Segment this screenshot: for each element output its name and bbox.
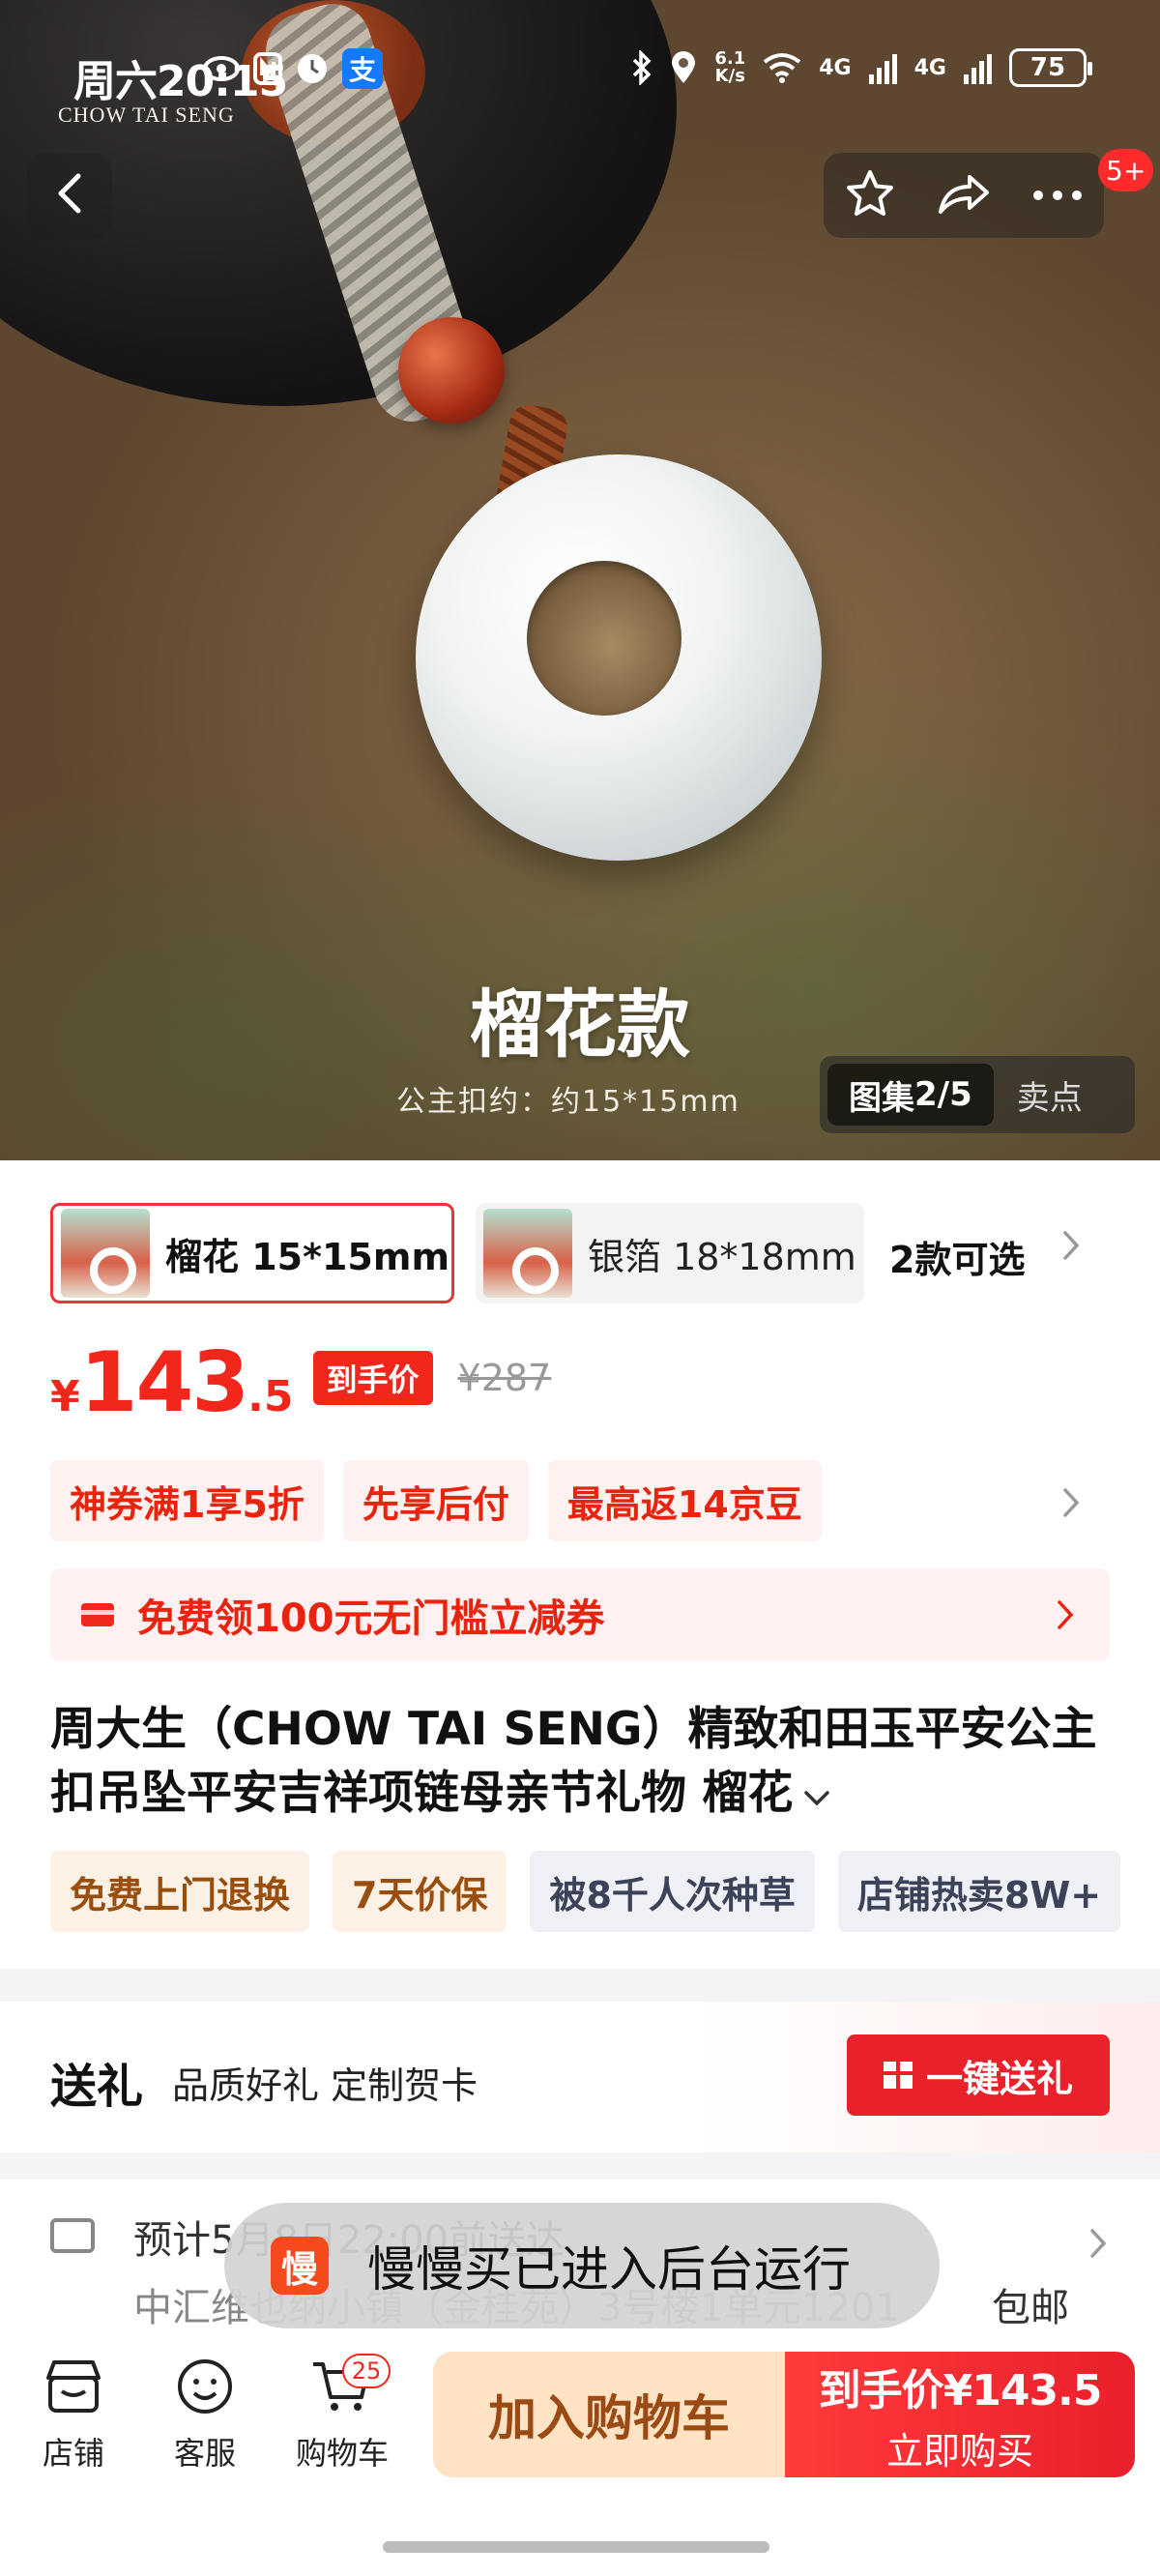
gallery-switch: 图集 2/5 卖点 <box>820 1056 1135 1133</box>
home-indicator[interactable] <box>383 2541 769 2553</box>
bluetooth-icon <box>631 50 652 85</box>
buy-now-label: 立即购买 <box>885 2429 1033 2473</box>
free-shipping-label: 包邮 <box>992 2286 1069 2330</box>
variant-label: 榴花 15*15mm <box>165 1235 450 1278</box>
gallery-tab[interactable]: 图集 2/5 <box>827 1064 994 1126</box>
gift-section: 送礼 品质好礼 定制贺卡 一键送礼 <box>0 2002 1160 2152</box>
manmanmai-app-icon: 慢 <box>271 2237 329 2295</box>
toast-notification: 慢 慢慢买已进入后台运行 <box>224 2203 940 2328</box>
back-button[interactable] <box>27 153 112 238</box>
more-button[interactable] <box>1019 157 1096 234</box>
promo-tag[interactable]: 先享后付 <box>342 1460 529 1541</box>
product-title-text: 周大生（CHOW TAI SENG）精致和田玉平安公主扣吊坠平安吉祥项链母亲节礼… <box>50 1703 1097 1820</box>
gift-subtitle: 品质好礼 定制贺卡 <box>172 2064 478 2107</box>
share-button[interactable] <box>925 157 1002 234</box>
service-tags: 免费上门退换 7天价保 被8千人次种草 店铺热卖8W+ <box>50 1851 1121 1932</box>
final-price-tag: 到手价 <box>312 1351 433 1405</box>
product-title[interactable]: 周大生（CHOW TAI SENG）精致和田玉平安公主扣吊坠平安吉祥项链母亲节礼… <box>50 1698 1123 1830</box>
cart-label: 购物车 <box>295 2435 389 2472</box>
gallery-label: 图集 <box>849 1078 914 1118</box>
chevron-right-icon[interactable] <box>1061 1228 1081 1271</box>
selling-points-tab[interactable]: 卖点 <box>1017 1071 1083 1119</box>
customer-service-button[interactable]: 客服 <box>147 2356 263 2474</box>
status-bar: 周六20:15 支 6.1 K/s 4G 4G 75 <box>0 35 1160 106</box>
product-image[interactable]: CHOW TAI SENG 周六20:15 支 6.1 K/s 4G 4G 75… <box>0 0 1160 1160</box>
gift-title: 送礼 <box>50 2060 144 2114</box>
gallery-index: 2/5 <box>914 1075 972 1114</box>
section-divider <box>0 1969 1160 2002</box>
section-divider <box>0 2152 1160 2180</box>
signal-bars-2-icon <box>964 51 992 84</box>
alipay-icon: 支 <box>342 48 383 89</box>
buy-now-price: 到手价¥143.5 <box>818 2365 1103 2415</box>
promotions-row[interactable]: 神券满1享5折 先享后付 最高返14京豆 <box>50 1460 822 1541</box>
service-tag[interactable]: 免费上门退换 <box>50 1851 310 1932</box>
chevron-right-icon <box>1088 2226 1108 2269</box>
status-right-icons: 6.1 K/s 4G 4G 75 <box>631 48 1092 87</box>
network-speed-unit: K/s <box>714 66 745 86</box>
network-speed: 6.1 K/s <box>714 50 745 85</box>
variant-option-selected[interactable]: 榴花 15*15mm <box>50 1203 454 1303</box>
price-integer: 143 <box>79 1334 250 1431</box>
variant-thumbnail <box>61 1209 150 1298</box>
gift-icon <box>883 2062 913 2089</box>
jade-pendant-hole <box>527 561 682 716</box>
clock-icon <box>296 52 329 85</box>
promo-tag[interactable]: 最高返14京豆 <box>547 1460 822 1541</box>
truck-icon <box>50 2218 95 2253</box>
promo-tag[interactable]: 神券满1享5折 <box>50 1460 324 1541</box>
star-icon <box>845 169 895 221</box>
coupon-text: 免费领100元无门槛立减券 <box>137 1596 605 1641</box>
battery-indicator: 75 <box>1009 48 1092 87</box>
chevron-right-icon <box>1056 1597 1075 1640</box>
service-tag[interactable]: 店铺热卖8W+ <box>837 1851 1121 1932</box>
service-tag[interactable]: 被8千人次种草 <box>530 1851 815 1932</box>
variant-option[interactable]: 银箔 18*18mm <box>476 1203 864 1303</box>
shop-button[interactable]: 店铺 <box>15 2356 131 2474</box>
customer-service-label: 客服 <box>173 2435 236 2472</box>
eye-icon <box>203 55 240 82</box>
chevron-left-icon <box>55 172 84 219</box>
coupon-banner[interactable]: 免费领100元无门槛立减券 <box>50 1568 1110 1661</box>
more-dots-icon <box>1032 187 1083 205</box>
more-variants-link[interactable]: 2款可选 <box>889 1230 1025 1283</box>
buy-now-button[interactable]: 到手价¥143.5 立即购买 <box>785 2352 1135 2477</box>
chevron-right-icon[interactable] <box>1061 1485 1081 1528</box>
price-currency: ¥ <box>50 1372 80 1421</box>
service-tag[interactable]: 7天价保 <box>333 1851 508 1932</box>
one-click-gift-button[interactable]: 一键送礼 <box>847 2034 1110 2116</box>
coupon-card-icon <box>81 1603 114 1626</box>
wifi-icon <box>763 52 801 83</box>
original-price: ¥287 <box>457 1357 552 1399</box>
message-badge: 5+ <box>1098 149 1154 191</box>
top-action-group <box>824 153 1104 238</box>
shop-label: 店铺 <box>42 2435 104 2472</box>
variant-label: 银箔 18*18mm <box>588 1235 856 1278</box>
network-type-2: 4G <box>914 55 946 80</box>
add-to-cart-button[interactable]: 加入购物车 <box>433 2352 785 2477</box>
price-row: ¥ 143 .5 到手价 ¥287 <box>50 1334 552 1431</box>
share-icon <box>937 171 991 220</box>
nfc-icon <box>253 52 282 85</box>
status-left-icons: 支 <box>203 48 383 89</box>
smiley-chat-icon <box>174 2356 236 2417</box>
network-type-1: 4G <box>819 55 852 80</box>
gift-button-label: 一键送礼 <box>925 2057 1073 2100</box>
cart-count-badge: 25 <box>342 2354 391 2388</box>
favorite-button[interactable] <box>831 157 909 234</box>
image-subtitle: 公主扣约：约15*15mm <box>396 1085 740 1119</box>
location-icon <box>670 50 697 85</box>
toast-text: 慢慢买已进入后台运行 <box>367 2241 851 2298</box>
variant-selector: 榴花 15*15mm 银箔 18*18mm 2款可选 <box>0 1191 1160 1303</box>
red-bead <box>398 317 505 424</box>
bottom-action-bar: 店铺 客服 购物车 25 加入购物车 到手价¥143.5 立即购买 <box>0 2332 1160 2497</box>
shop-icon <box>43 2356 104 2417</box>
signal-bars-1-icon <box>868 51 897 84</box>
price-decimal: .5 <box>247 1372 294 1421</box>
variant-thumbnail <box>483 1209 572 1298</box>
chevron-down-icon[interactable] <box>802 1777 831 1817</box>
